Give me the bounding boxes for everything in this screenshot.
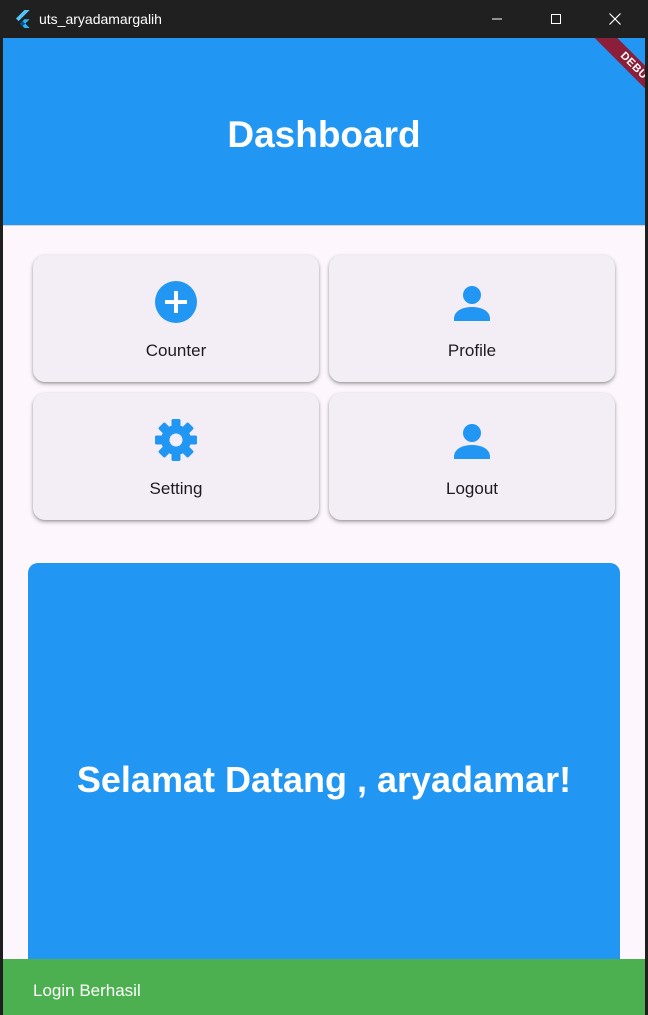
app-bar-divider [3, 225, 645, 226]
close-button[interactable] [586, 0, 644, 38]
logout-card[interactable]: Logout [329, 393, 615, 520]
app-window: uts_aryadamargalih Dashboard DEBUG Count… [0, 0, 648, 1015]
welcome-panel: Selamat Datang , aryadamar! [28, 563, 620, 1003]
minimize-button[interactable] [468, 0, 526, 38]
settings-gear-icon [155, 419, 197, 461]
snackbar-message: Login Berhasil [33, 981, 141, 1000]
logout-card-label: Logout [446, 479, 498, 498]
close-icon [609, 13, 621, 25]
profile-card-label: Profile [447, 341, 497, 360]
person-icon [454, 286, 490, 321]
minimize-icon [492, 18, 502, 20]
profile-card[interactable]: Profile [329, 255, 615, 382]
app-bar: Dashboard [3, 38, 645, 225]
maximize-button[interactable] [527, 0, 585, 38]
flutter-logo-icon [16, 10, 30, 28]
window-title: uts_aryadamargalih [39, 11, 162, 27]
counter-card[interactable]: Counter [33, 255, 319, 382]
maximize-icon [551, 14, 561, 24]
welcome-message: Selamat Datang , aryadamar! [76, 759, 572, 800]
title-bar[interactable]: uts_aryadamargalih [0, 0, 648, 38]
counter-card-label: Counter [145, 341, 207, 360]
setting-card[interactable]: Setting [33, 393, 319, 520]
page-title: Dashboard [227, 113, 421, 155]
setting-card-label: Setting [149, 479, 203, 498]
person-icon [454, 424, 490, 459]
add-circle-icon [155, 281, 197, 323]
snackbar: Login Berhasil [3, 959, 645, 1015]
